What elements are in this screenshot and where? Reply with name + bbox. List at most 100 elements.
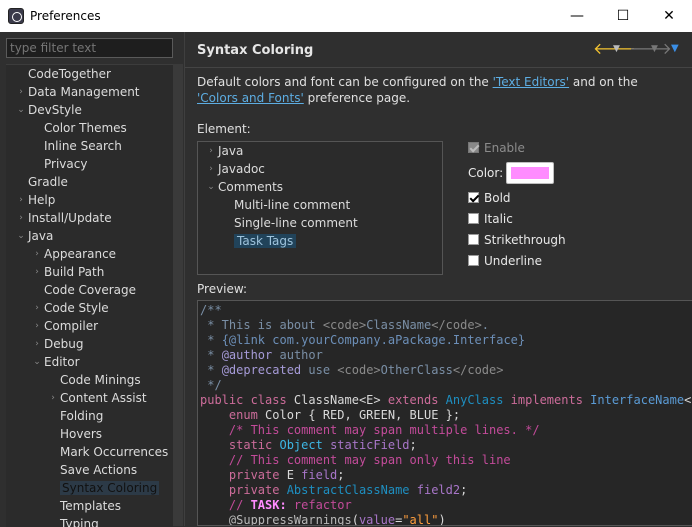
- code-line: private E field;: [200, 468, 692, 483]
- elements-item[interactable]: › Java: [209, 142, 244, 160]
- enable-checkbox[interactable]: Enable: [468, 139, 525, 157]
- tree-item[interactable]: Inline Search: [44, 137, 122, 155]
- tree-item[interactable]: Templates: [60, 497, 121, 515]
- back-history-chevron-icon[interactable]: ▼: [613, 40, 620, 58]
- expand-chevron-icon[interactable]: ›: [16, 191, 26, 209]
- minimize-button[interactable]: —: [554, 0, 600, 32]
- code-line: static Object staticField;: [200, 438, 692, 453]
- italic-checkbox[interactable]: Italic: [468, 210, 513, 228]
- code-token: ;: [460, 483, 468, 497]
- tree-item[interactable]: Gradle: [28, 173, 68, 191]
- underline-checkbox[interactable]: Underline: [468, 252, 542, 270]
- code-token: AbstractClassName: [286, 483, 417, 497]
- tree-item-label: Help: [28, 193, 56, 207]
- tree-item[interactable]: › Build Path: [35, 263, 104, 281]
- expand-chevron-icon[interactable]: ›: [32, 245, 42, 263]
- tree-item-label: Folding: [60, 409, 104, 423]
- code-token: implements: [510, 393, 591, 407]
- expand-chevron-icon[interactable]: ⌄: [32, 353, 42, 371]
- expand-chevron-icon[interactable]: ›: [16, 209, 26, 227]
- elements-item-label: Single-line comment: [234, 216, 358, 230]
- code-token: ClassName<E>: [293, 393, 388, 407]
- code-line: * @deprecated use <code>OtherClass</code…: [200, 363, 692, 378]
- close-button[interactable]: ✕: [646, 0, 692, 32]
- expand-chevron-icon[interactable]: ›: [16, 83, 26, 101]
- maximize-button[interactable]: ☐: [600, 0, 646, 32]
- tree-item[interactable]: Color Themes: [44, 119, 127, 137]
- tree-item[interactable]: Save Actions: [60, 461, 137, 479]
- expand-chevron-icon[interactable]: ›: [206, 142, 216, 160]
- code-token: @author: [221, 348, 273, 362]
- code-line: public class ClassName<E> extends AnyCla…: [200, 393, 692, 408]
- italic-label: Italic: [484, 212, 513, 226]
- bold-checkbox[interactable]: Bold: [468, 189, 511, 207]
- code-token: private: [200, 483, 287, 497]
- text-editors-link[interactable]: 'Text Editors': [493, 75, 569, 89]
- preferences-sidebar: CodeTogether›Data Management⌄DevStyle Col…: [0, 32, 184, 527]
- expand-chevron-icon[interactable]: ⌄: [16, 227, 26, 245]
- code-token: "all": [402, 513, 439, 526]
- enable-label: Enable: [484, 141, 525, 155]
- tree-item[interactable]: › Debug: [35, 335, 83, 353]
- tree-item[interactable]: › Content Assist: [51, 389, 147, 407]
- code-line: // TASK: refactor: [200, 498, 692, 513]
- expand-chevron-icon[interactable]: ›: [48, 389, 58, 407]
- tree-item[interactable]: Privacy: [44, 155, 87, 173]
- tree-item[interactable]: CodeTogether: [28, 65, 111, 83]
- expand-chevron-icon[interactable]: ›: [32, 335, 42, 353]
- tree-item-label: Inline Search: [44, 139, 122, 153]
- tree-item[interactable]: Typing: [60, 515, 99, 527]
- tree-item[interactable]: › Data Management: [19, 83, 139, 101]
- tree-item-label: Mark Occurrences: [60, 445, 169, 459]
- expand-chevron-icon[interactable]: ›: [32, 263, 42, 281]
- code-token: *: [200, 348, 222, 362]
- color-label: Color:: [468, 166, 504, 180]
- tree-item[interactable]: › Appearance: [35, 245, 116, 263]
- element-tree[interactable]: › Java › Javadoc ⌄ Comments Multi-line comment…: [197, 141, 443, 275]
- color-picker-button[interactable]: [506, 162, 554, 184]
- code-token: TASK:: [250, 498, 287, 512]
- tree-item[interactable]: › Help: [19, 191, 56, 209]
- tree-item[interactable]: › Code Style: [35, 299, 109, 317]
- tree-item-label: Content Assist: [60, 391, 147, 405]
- view-menu-icon[interactable]: ▼: [671, 40, 679, 58]
- code-token: </code>: [431, 318, 482, 332]
- expand-chevron-icon[interactable]: ⌄: [16, 101, 26, 119]
- tree-item[interactable]: › Compiler: [35, 317, 98, 335]
- colors-and-fonts-link[interactable]: 'Colors and Fonts': [197, 91, 304, 105]
- elements-item[interactable]: Multi-line comment: [234, 196, 350, 214]
- tree-item[interactable]: › Install/Update: [19, 209, 112, 227]
- elements-item[interactable]: Task Tags: [234, 232, 297, 250]
- tree-item[interactable]: Code Coverage: [44, 281, 136, 299]
- filter-input[interactable]: [6, 38, 173, 58]
- tree-item[interactable]: Hovers: [60, 425, 102, 443]
- page-description: Default colors and font can be configure…: [197, 74, 677, 106]
- elements-item[interactable]: Single-line comment: [234, 214, 358, 232]
- expand-chevron-icon[interactable]: ›: [206, 160, 216, 178]
- expand-chevron-icon[interactable]: ›: [32, 299, 42, 317]
- elements-item[interactable]: › Javadoc: [209, 160, 265, 178]
- code-line: * This is about <code>ClassName</code>.: [200, 318, 692, 333]
- forward-history-chevron-icon[interactable]: ▼: [651, 40, 658, 58]
- tree-scrollbar[interactable]: [173, 64, 183, 526]
- tree-item[interactable]: Syntax Coloring: [60, 479, 160, 497]
- elements-item-label: Java: [218, 144, 244, 158]
- expand-chevron-icon[interactable]: ⌄: [206, 178, 216, 196]
- tree-item-label: Color Themes: [44, 121, 127, 135]
- code-token: {@link com.yourCompany.aPackage.Interfac…: [221, 333, 526, 347]
- code-token: @SuppressWarnings: [200, 513, 352, 526]
- code-preview[interactable]: /** * This is about <code>ClassName</cod…: [197, 300, 692, 526]
- tree-item[interactable]: ⌄ Java: [17, 227, 53, 245]
- elements-item[interactable]: ⌄ Comments: [207, 178, 283, 196]
- tree-item[interactable]: ⌄ DevStyle: [17, 101, 82, 119]
- code-token: <St: [684, 393, 692, 407]
- tree-item[interactable]: ⌄ Editor: [33, 353, 79, 371]
- tree-item[interactable]: Mark Occurrences: [60, 443, 168, 461]
- strikethrough-checkbox[interactable]: Strikethrough: [468, 231, 566, 249]
- tree-item-label: Install/Update: [28, 211, 112, 225]
- code-token: extends: [387, 393, 446, 407]
- tree-item[interactable]: Code Minings: [60, 371, 141, 389]
- tree-item-label: Hovers: [60, 427, 103, 441]
- tree-item[interactable]: Folding: [60, 407, 103, 425]
- expand-chevron-icon[interactable]: ›: [32, 317, 42, 335]
